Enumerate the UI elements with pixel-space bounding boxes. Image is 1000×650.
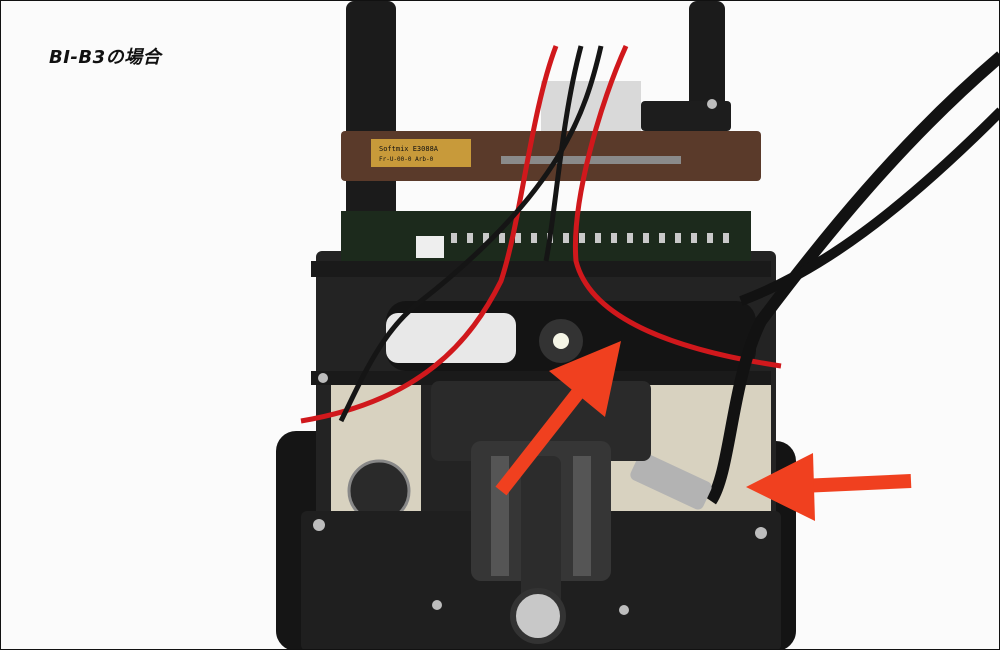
caption-label: BI-B3の場合 — [49, 47, 162, 68]
photo-frame: Softmix E3088A Fr-U-00-0 Arb-0 BI-B3の場合 — [0, 0, 1000, 650]
standoff-right — [573, 456, 591, 576]
pcb-label-line1: Softmix E3088A — [379, 145, 439, 153]
white-spacer — [416, 236, 444, 258]
upper-shelf — [311, 261, 771, 277]
right-support-rod — [689, 1, 725, 111]
caster-arm — [521, 456, 561, 606]
pcb-label-line2: Fr-U-00-0 Arb-0 — [379, 156, 434, 163]
power-cable-2 — [739, 107, 999, 306]
battery-cell — [386, 313, 516, 363]
connector-socket — [641, 101, 731, 131]
caster-ball — [510, 588, 566, 644]
led-indicator — [553, 333, 569, 349]
robot-chassis-photo: Softmix E3088A Fr-U-00-0 Arb-0 — [276, 1, 999, 649]
